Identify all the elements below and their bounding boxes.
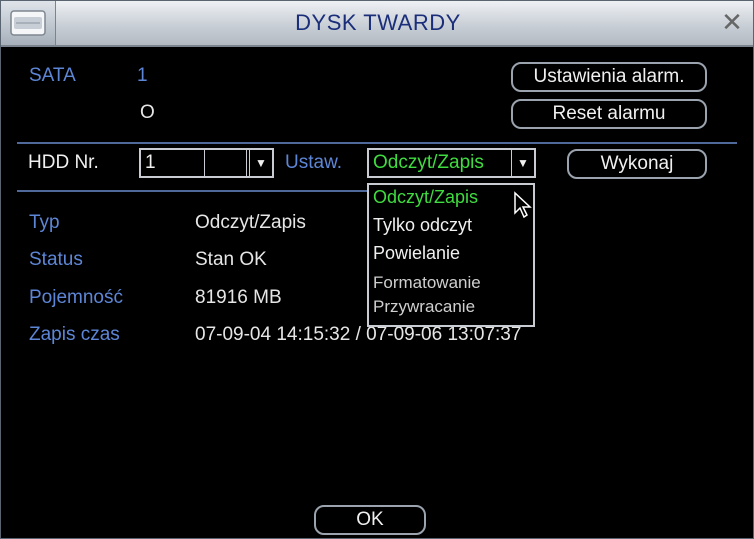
window-title: DYSK TWARDY bbox=[295, 10, 461, 35]
type-value: Odczyt/Zapis bbox=[195, 212, 306, 233]
capacity-label: Pojemność bbox=[29, 287, 123, 308]
mode-dropdown-list: Odczyt/Zapis Tylko odczyt Powielanie For… bbox=[367, 183, 535, 327]
reset-alarm-button[interactable]: Reset alarmu bbox=[511, 99, 707, 129]
dropdown-option-duplicate[interactable]: Powielanie bbox=[373, 243, 460, 264]
execute-button[interactable]: Wykonaj bbox=[567, 149, 707, 179]
sata-label: SATA bbox=[29, 65, 76, 86]
close-icon[interactable]: ✕ bbox=[719, 9, 745, 35]
hdd-window: DYSK TWARDY ✕ SATA 1 O Ustawienia alarm.… bbox=[0, 0, 754, 539]
status-label: Status bbox=[29, 249, 83, 270]
dropdown-option-format[interactable]: Formatowanie bbox=[373, 273, 481, 293]
capacity-value: 81916 MB bbox=[195, 287, 282, 308]
dropdown-option-read-write[interactable]: Odczyt/Zapis bbox=[373, 187, 478, 208]
record-time-value: 07-09-04 14:15:32 / 07-09-06 13:07:37 bbox=[195, 324, 522, 345]
chevron-down-icon[interactable]: ▼ bbox=[249, 150, 272, 176]
set-mode-select[interactable]: Odczyt/Zapis ▼ bbox=[367, 148, 536, 178]
set-mode-value: Odczyt/Zapis bbox=[373, 152, 484, 173]
dropdown-option-read-only[interactable]: Tylko odczyt bbox=[373, 215, 472, 236]
divider-top bbox=[17, 142, 737, 144]
dropdown-option-restore[interactable]: Przywracanie bbox=[373, 297, 475, 317]
hdd-number-value: 1 bbox=[141, 150, 205, 176]
set-mode-label: Ustaw. bbox=[285, 152, 343, 173]
type-label: Typ bbox=[29, 212, 60, 233]
alarm-settings-button[interactable]: Ustawienia alarm. bbox=[511, 62, 707, 92]
hdd-number-select[interactable]: 1 ▼ bbox=[139, 148, 274, 178]
sata-number: 1 bbox=[137, 65, 148, 86]
hdd-number-spacer bbox=[205, 150, 247, 176]
divider-mid bbox=[17, 190, 367, 192]
record-time-label: Zapis czas bbox=[29, 324, 120, 345]
chevron-down-icon[interactable]: ▼ bbox=[511, 150, 534, 176]
title-bar: DYSK TWARDY ✕ bbox=[1, 1, 753, 47]
status-value: Stan OK bbox=[195, 249, 267, 270]
ok-button[interactable]: OK bbox=[314, 505, 426, 535]
hdd-number-label: HDD Nr. bbox=[28, 152, 99, 173]
sata-status: O bbox=[140, 102, 155, 123]
